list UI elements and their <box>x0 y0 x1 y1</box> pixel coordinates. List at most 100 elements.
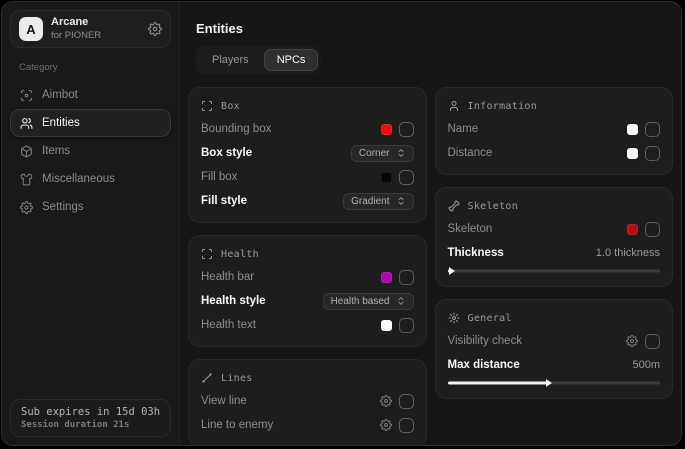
diagonal-line-icon <box>201 372 213 384</box>
dropdown-value: Corner <box>359 148 390 159</box>
card-header: Health <box>201 244 414 264</box>
sidebar-item-aimbot[interactable]: Aimbot <box>10 81 171 109</box>
sidebar: A Arcane for PIONER Category Aimbot Entit… <box>2 2 180 445</box>
color-swatch[interactable] <box>381 272 392 283</box>
sidebar-item-items[interactable]: Items <box>10 137 171 165</box>
row-health-bar: Health bar <box>201 266 414 288</box>
row-label: View line <box>201 395 247 407</box>
card-header: Information <box>448 96 661 116</box>
row-label: Visibility check <box>448 335 523 347</box>
entities-users-icon <box>20 117 33 130</box>
color-swatch[interactable] <box>627 124 638 135</box>
slider-track <box>448 270 661 273</box>
brand-card: A Arcane for PIONER <box>10 10 171 48</box>
row-label: Line to enemy <box>201 419 273 431</box>
tab-npcs[interactable]: NPCs <box>264 49 319 71</box>
tab-players[interactable]: Players <box>199 49 262 71</box>
person-icon <box>448 100 460 112</box>
card-lines: Lines View line Line to enemy <box>188 359 427 446</box>
card-title: Information <box>468 101 538 112</box>
slider-fill <box>448 382 548 385</box>
subscription-card: Sub expires in 15d 03h Session duration … <box>10 399 171 437</box>
scan-brackets-icon <box>201 100 213 112</box>
sidebar-item-label: Miscellaneous <box>42 173 115 185</box>
scan-brackets-icon <box>201 248 213 260</box>
card-header: Skeleton <box>448 196 661 216</box>
sidebar-item-settings[interactable]: Settings <box>10 193 171 221</box>
color-swatch[interactable] <box>381 124 392 135</box>
row-distance: Distance <box>448 142 661 164</box>
slider-thickness[interactable] <box>448 266 661 276</box>
color-swatch[interactable] <box>381 172 392 183</box>
page-title: Entities <box>196 21 673 36</box>
row-controls: Health based <box>323 293 414 310</box>
card-header: Lines <box>201 368 414 388</box>
row-label: Max distance <box>448 359 520 371</box>
checkbox[interactable] <box>399 418 414 433</box>
checkbox[interactable] <box>399 270 414 285</box>
row-health-style: Health style Health based <box>201 290 414 312</box>
checkbox[interactable] <box>399 170 414 185</box>
row-controls <box>381 122 414 137</box>
config-gear-icon[interactable] <box>380 395 392 407</box>
row-skeleton: Skeleton <box>448 218 661 240</box>
config-gear-icon[interactable] <box>626 335 638 347</box>
row-box-style: Box styleCorner <box>201 142 414 164</box>
sidebar-item-label: Entities <box>42 117 80 129</box>
slider-max-distance[interactable] <box>448 378 661 388</box>
checkbox[interactable] <box>399 318 414 333</box>
config-gear-icon[interactable] <box>380 419 392 431</box>
row-health-text: Health text <box>201 314 414 336</box>
row-label: Health text <box>201 319 256 331</box>
card-header: Box <box>201 96 414 116</box>
items-package-icon <box>20 145 33 158</box>
row-label: Thickness <box>448 247 504 259</box>
checkbox[interactable] <box>645 334 660 349</box>
settings-gear-icon[interactable] <box>148 22 162 36</box>
checkbox[interactable] <box>399 394 414 409</box>
row-view-line: View line <box>201 390 414 412</box>
slider-handle[interactable] <box>449 267 455 275</box>
row-controls: Corner <box>351 145 414 162</box>
card-skeleton: Skeleton Skeleton Thickness1.0 thickness <box>435 187 674 287</box>
entity-tabs: PlayersNPCs <box>196 46 321 74</box>
row-label: Fill style <box>201 195 247 207</box>
sidebar-item-label: Aimbot <box>42 89 78 101</box>
row-controls <box>381 270 414 285</box>
row-label: Skeleton <box>448 223 493 235</box>
row-controls <box>627 146 660 161</box>
checkbox[interactable] <box>645 122 660 137</box>
row-label: Health style <box>201 295 266 307</box>
miscellaneous-shirt-icon <box>20 173 33 186</box>
row-controls <box>380 394 414 409</box>
content: BoxBounding boxBox styleCornerFill boxFi… <box>188 87 673 446</box>
bone-icon <box>448 200 460 212</box>
row-label: Bounding box <box>201 123 271 135</box>
chevrons-up-down-icon <box>396 296 406 306</box>
dropdown-box-style[interactable]: Corner <box>351 145 414 162</box>
category-label: Category <box>19 62 179 73</box>
row-controls <box>626 334 660 349</box>
checkbox[interactable] <box>645 222 660 237</box>
color-swatch[interactable] <box>627 224 638 235</box>
card-box: BoxBounding boxBox styleCornerFill boxFi… <box>188 87 427 223</box>
checkbox[interactable] <box>645 146 660 161</box>
app-name: Arcane <box>51 16 101 30</box>
row-line-to-enemy: Line to enemy <box>201 414 414 436</box>
row-controls <box>627 122 660 137</box>
card-title: Skeleton <box>468 201 519 212</box>
app-window: A Arcane for PIONER Category Aimbot Entit… <box>1 1 682 446</box>
row-controls <box>380 418 414 433</box>
color-swatch[interactable] <box>627 148 638 159</box>
column-right: InformationNameDistanceSkeletonSkeletonT… <box>435 87 674 446</box>
checkbox[interactable] <box>399 122 414 137</box>
dropdown-fill-style[interactable]: Gradient <box>343 193 413 210</box>
dropdown-health-style[interactable]: Health based <box>323 293 414 310</box>
app-subtitle: for PIONER <box>51 30 101 42</box>
sidebar-item-miscellaneous[interactable]: Miscellaneous <box>10 165 171 193</box>
color-swatch[interactable] <box>381 320 392 331</box>
sidebar-item-entities[interactable]: Entities <box>10 109 171 137</box>
sidebar-item-label: Settings <box>42 201 84 213</box>
slider-handle[interactable] <box>546 379 552 387</box>
row-thickness: Thickness1.0 thickness <box>448 242 661 264</box>
